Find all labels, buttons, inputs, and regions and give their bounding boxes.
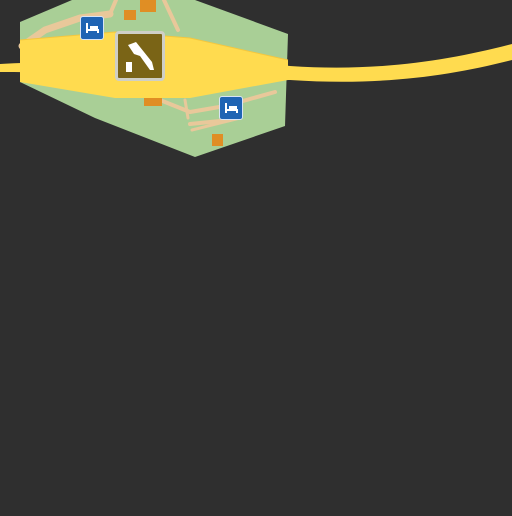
map-canvas[interactable] <box>0 0 512 512</box>
bed-icon <box>225 103 238 113</box>
landmark-icon <box>126 42 154 72</box>
hotel-marker[interactable] <box>80 16 104 40</box>
landmark-marker[interactable] <box>115 31 165 81</box>
bed-icon <box>86 23 99 33</box>
hotel-marker[interactable] <box>219 96 243 120</box>
map-layer <box>0 0 512 157</box>
